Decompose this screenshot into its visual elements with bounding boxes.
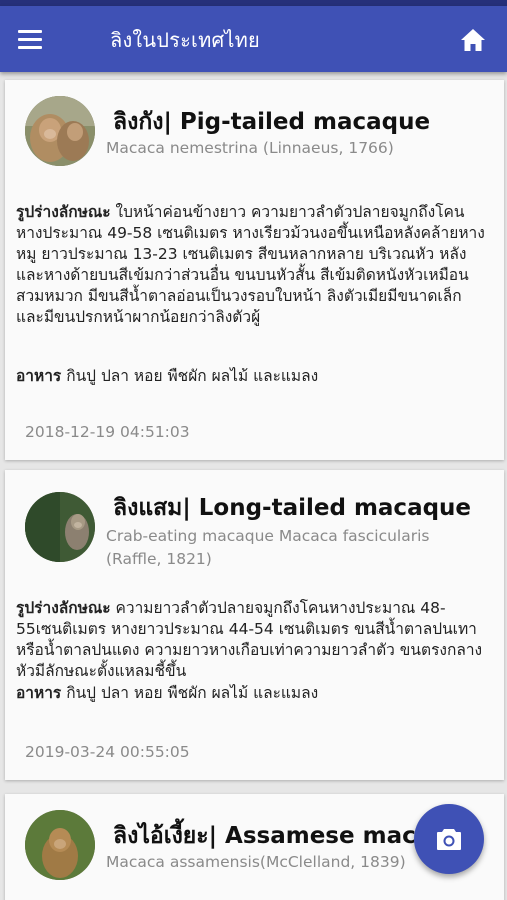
- species-photo: [25, 96, 95, 166]
- camera-icon: [437, 829, 461, 850]
- app-bar: ลิงในประเทศไทย: [0, 6, 507, 72]
- timestamp: 2018-12-19 04:51:03: [25, 423, 190, 441]
- species-feed[interactable]: ลิงกัง| Pig-tailed macaque Macaca nemest…: [0, 72, 507, 900]
- food-text: กินปู ปลา หอย พืชผัก ผลไม้ และแมลง: [66, 684, 319, 702]
- species-description: รูปร่างลักษณะ ใบหน้าค่อนข้างยาว ความยาวล…: [16, 202, 486, 328]
- species-food: อาหาร กินปู ปลา หอย พืชผัก ผลไม้ และแมลง: [16, 683, 486, 704]
- food-label: อาหาร: [16, 367, 62, 385]
- home-icon[interactable]: [460, 28, 486, 52]
- timestamp: 2019-03-24 00:55:05: [25, 743, 190, 761]
- description-label: รูปร่างลักษณะ: [16, 203, 111, 221]
- species-description: รูปร่างลักษณะ ความยาวลำตัวปลายจมูกถึงโคน…: [16, 598, 486, 682]
- food-text: กินปู ปลา หอย พืชผัก ผลไม้ และแมลง: [66, 367, 319, 385]
- species-food: อาหาร กินปู ปลา หอย พืชผัก ผลไม้ และแมลง: [16, 366, 486, 387]
- species-name: ลิงกัง| Pig-tailed macaque: [113, 109, 431, 135]
- scientific-name: Macaca nemestrina (Linnaeus, 1766): [106, 139, 394, 157]
- scientific-name: Crab-eating macaque Macaca fascicularis …: [106, 527, 430, 568]
- species-photo: [25, 810, 95, 880]
- description-label: รูปร่างลักษณะ: [16, 599, 111, 617]
- species-photo: [25, 492, 95, 562]
- food-label: อาหาร: [16, 684, 62, 702]
- species-name: ลิงแสม| Long-tailed macaque: [113, 495, 472, 521]
- scientific-name: Macaca assamensis(McClelland, 1839): [106, 853, 406, 871]
- menu-icon[interactable]: [18, 30, 42, 50]
- page-title: ลิงในประเทศไทย: [110, 28, 260, 52]
- species-card[interactable]: ลิงแสม| Long-tailed macaque Crab-eating …: [5, 470, 504, 780]
- species-card[interactable]: ลิงกัง| Pig-tailed macaque Macaca nemest…: [5, 80, 504, 460]
- description-text: ใบหน้าค่อนข้างยาว ความยาวลำตัวปลายจมูกถึ…: [16, 203, 485, 326]
- camera-button[interactable]: [414, 804, 484, 874]
